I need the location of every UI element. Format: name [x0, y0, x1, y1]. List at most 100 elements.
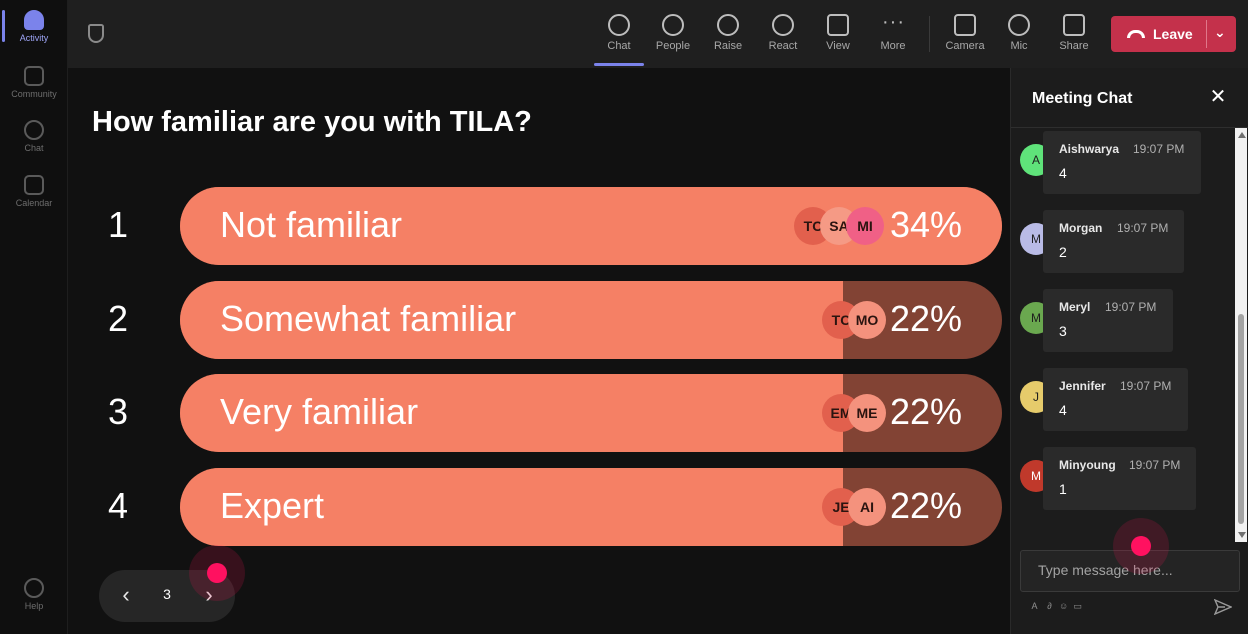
voter-avatar: MO [848, 301, 886, 339]
hang-up-icon [1127, 30, 1145, 38]
poll-option-bar[interactable]: Somewhat familiar TC MO 22% [180, 281, 1002, 359]
toolbar-camera-button[interactable]: Camera [938, 8, 992, 64]
click-marker [1113, 518, 1169, 574]
rail-item-chat[interactable]: Chat [0, 110, 68, 162]
message-sender: Morgan [1059, 221, 1103, 235]
scrollbar-thumb[interactable] [1238, 314, 1244, 524]
toolbar-raise-button[interactable]: Raise [701, 8, 755, 64]
poll-option-bar[interactable]: Expert JE AI 22% [180, 468, 1002, 546]
leave-divider [1206, 20, 1207, 48]
close-icon[interactable]: ✕ [1207, 86, 1229, 108]
smiley-icon [772, 14, 794, 36]
app-rail: Activity Community Chat Calendar Help [0, 0, 68, 634]
rail-item-label: Help [24, 601, 44, 611]
toolbar-people-button[interactable]: People [646, 8, 700, 64]
chat-message[interactable]: Meryl 19:07 PM 3 [1043, 289, 1173, 352]
gif-icon[interactable]: ▭ [1073, 602, 1082, 611]
poll-question: How familiar are you with TILA? [92, 106, 532, 138]
option-label: Somewhat familiar [220, 298, 517, 339]
voter-avatar: MI [846, 207, 884, 245]
message-timestamp: 19:07 PM [1120, 379, 1172, 393]
rail-item-help[interactable]: Help [0, 568, 68, 620]
message-text: 4 [1059, 165, 1067, 181]
message-text: 3 [1059, 323, 1067, 339]
rail-item-label: Activity [19, 33, 49, 43]
toolbar-view-button[interactable]: View [811, 8, 865, 64]
toolbar-button-label: Mic [1010, 40, 1028, 52]
toolbar-button-label: React [768, 40, 798, 52]
send-icon[interactable] [1214, 599, 1232, 615]
rail-item-label: Community [11, 89, 57, 99]
voter-avatar: ME [848, 394, 886, 432]
click-marker [189, 545, 245, 601]
pager-page-number: 3 [163, 586, 171, 602]
option-number: 1 [108, 204, 129, 245]
emoji-icon[interactable]: ☺ [1059, 602, 1068, 611]
shield-icon [88, 24, 104, 43]
rail-item-community[interactable]: Community [0, 56, 68, 108]
rail-item-activity[interactable]: Activity [0, 0, 68, 52]
toolbar-button-label: Share [1059, 40, 1089, 52]
toolbar-share-button[interactable]: Share [1047, 8, 1101, 64]
message-text: 1 [1059, 481, 1067, 497]
message-sender: Minyoung [1059, 458, 1116, 472]
option-label: Not familiar [220, 204, 403, 245]
message-sender: Aishwarya [1059, 142, 1120, 156]
toolbar-button-label: View [826, 40, 850, 52]
toolbar-button-label: Chat [607, 40, 631, 52]
chat-message[interactable]: Morgan 19:07 PM 2 [1043, 210, 1184, 273]
toolbar-mic-button[interactable]: Mic [992, 8, 1046, 64]
avatar-initial: J [1033, 390, 1039, 404]
toolbar-button-label: Camera [945, 40, 985, 52]
poll-option-bar[interactable]: Very familiar EM ME 22% [180, 374, 1002, 452]
people-icon [662, 14, 684, 36]
poll-stage: How familiar are you with TILA? 1 Not fam… [68, 68, 1010, 634]
toolbar-chat-button[interactable]: Chat [592, 8, 646, 66]
calendar-icon [24, 175, 44, 195]
meeting-toolbar: Chat People Raise React View ··· More Ca… [68, 0, 1248, 68]
help-icon [24, 578, 44, 598]
toolbar-react-button[interactable]: React [756, 8, 810, 64]
option-number: 3 [108, 391, 129, 432]
community-icon [24, 66, 44, 86]
option-number: 4 [108, 485, 129, 526]
chat-bubble-icon [24, 120, 44, 140]
option-percent: 22% [889, 485, 962, 526]
attach-icon[interactable]: ∂ [1045, 602, 1054, 611]
message-timestamp: 19:07 PM [1133, 142, 1185, 156]
scroll-down-icon[interactable] [1238, 532, 1246, 538]
chat-message[interactable]: Aishwarya 19:07 PM 4 [1043, 131, 1201, 194]
toolbar-button-label: Raise [713, 40, 743, 52]
message-text: 2 [1059, 244, 1067, 260]
chat-message[interactable]: Jennifer 19:07 PM 4 [1043, 368, 1188, 431]
scroll-up-icon[interactable] [1238, 132, 1246, 138]
raise-hand-icon [717, 14, 739, 36]
toolbar-divider [929, 16, 930, 52]
avatar-initial: M [1031, 311, 1041, 325]
bell-icon [24, 10, 44, 30]
toolbar-more-button[interactable]: ··· More [866, 8, 920, 64]
chat-panel-title: Meeting Chat [1032, 90, 1133, 107]
poll-option-bar[interactable]: Not familiar TC SA MI 34% [180, 187, 1002, 265]
camera-off-icon [954, 14, 976, 36]
toolbar-button-label: People [655, 40, 691, 52]
leave-button[interactable]: Leave ⌄ [1111, 16, 1236, 52]
avatar-initial: M [1031, 232, 1041, 246]
chevron-left-icon[interactable]: ‹ [116, 583, 136, 607]
rail-item-calendar[interactable]: Calendar [0, 165, 68, 217]
chevron-down-icon[interactable]: ⌄ [1214, 24, 1226, 41]
message-sender: Meryl [1059, 300, 1091, 314]
share-screen-icon [1063, 14, 1085, 36]
option-percent: 34% [889, 204, 962, 245]
option-percent: 22% [889, 298, 962, 339]
option-percent: 22% [889, 391, 962, 432]
more-dots-icon: ··· [882, 11, 905, 33]
chat-icon [608, 14, 630, 36]
chat-scrollbar[interactable] [1235, 128, 1247, 542]
chat-message[interactable]: Minyoung 19:07 PM 1 [1043, 447, 1196, 510]
message-text: 4 [1059, 402, 1067, 418]
message-timestamp: 19:07 PM [1117, 221, 1169, 235]
format-icon[interactable]: A [1030, 602, 1039, 611]
mic-icon [1008, 14, 1030, 36]
option-label: Very familiar [220, 391, 419, 432]
